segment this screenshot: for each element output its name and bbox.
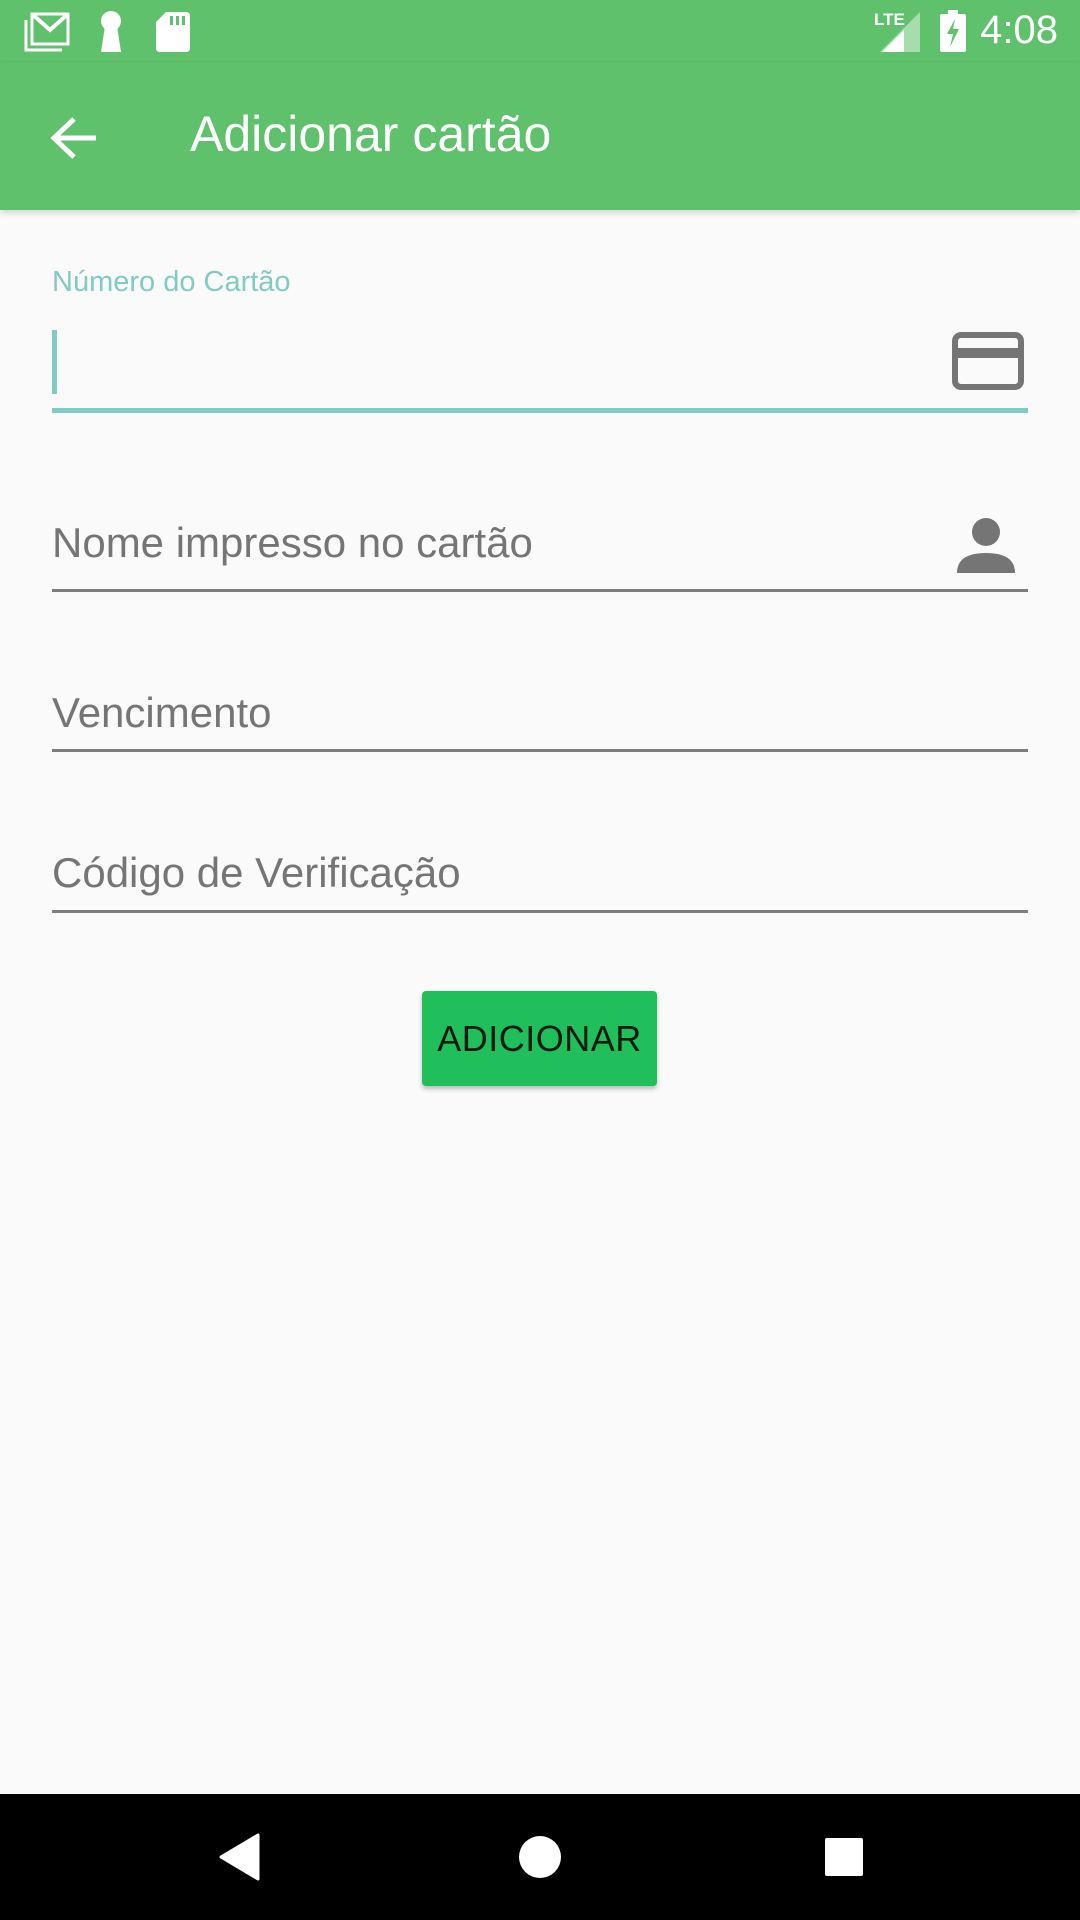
back-button[interactable] <box>30 103 118 173</box>
card-name-field[interactable] <box>52 505 1028 595</box>
expiry-input[interactable] <box>52 683 952 743</box>
card-number-field[interactable]: Número do Cartão <box>52 266 1028 416</box>
keyhole-icon <box>98 10 124 52</box>
status-time: 4:08 <box>980 8 1058 52</box>
card-name-underline <box>52 589 1028 592</box>
credit-card-icon <box>952 332 1024 395</box>
card-name-input[interactable] <box>52 513 952 573</box>
cvv-input[interactable] <box>52 843 952 903</box>
sd-card-icon <box>156 12 190 52</box>
recents-square-icon <box>825 1838 863 1876</box>
back-triangle-icon <box>219 1833 260 1881</box>
page-title: Adicionar cartão <box>190 106 552 162</box>
card-number-label: Número do Cartão <box>52 266 291 298</box>
home-circle-icon <box>519 1836 561 1878</box>
battery-charging-icon <box>940 10 966 52</box>
expiry-field[interactable] <box>52 675 1028 755</box>
nav-recents-button[interactable] <box>809 1822 879 1892</box>
add-card-button[interactable]: ADICIONAR <box>422 991 657 1086</box>
network-type-label: LTE <box>874 10 905 29</box>
status-bar: LTE 4:08 <box>0 0 1080 63</box>
cvv-underline <box>52 910 1028 913</box>
person-icon <box>956 515 1016 580</box>
card-number-input[interactable] <box>52 332 952 392</box>
arrow-back-icon <box>50 117 96 159</box>
expiry-underline <box>52 749 1028 752</box>
navigation-bar <box>0 1794 1080 1920</box>
nav-home-button[interactable] <box>505 1822 575 1892</box>
screen: LTE 4:08 Adicionar cartão Número do Cart… <box>0 0 1080 1920</box>
nav-back-button[interactable] <box>205 1822 275 1892</box>
cvv-field[interactable] <box>52 835 1028 915</box>
card-number-underline <box>52 408 1028 413</box>
app-bar: Adicionar cartão <box>0 63 1080 210</box>
gmail-icon <box>24 12 70 52</box>
lte-signal-icon: LTE <box>874 10 920 52</box>
